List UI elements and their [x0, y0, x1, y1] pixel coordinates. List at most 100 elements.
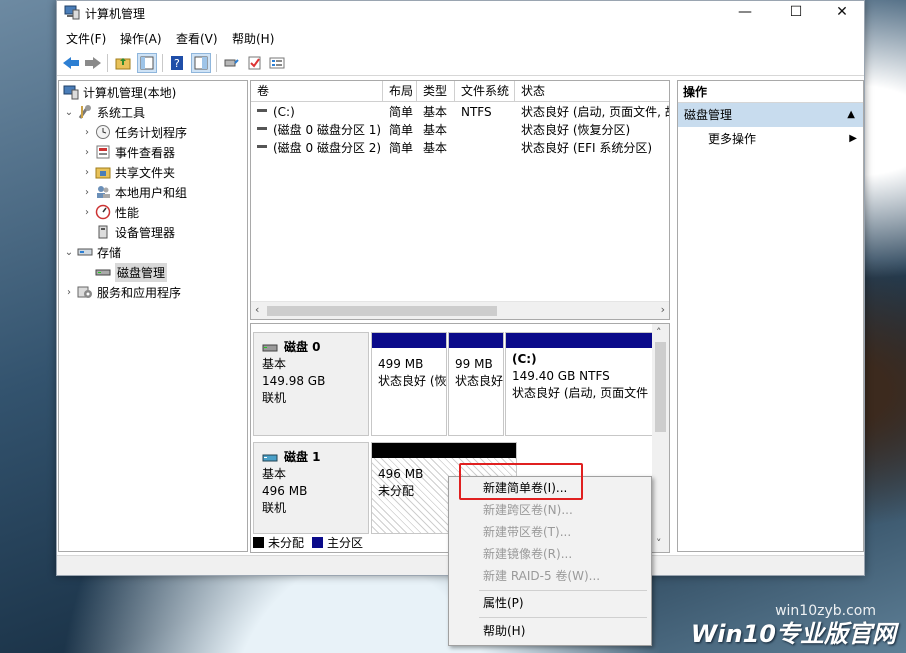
show-hide-tree-icon[interactable] [137, 53, 157, 73]
forward-arrow-icon[interactable] [83, 53, 103, 73]
table-row[interactable]: (C:) 简单 基本 NTFS 状态良好 (启动, 页面文件, 故 [251, 103, 669, 121]
tree-item-shared-folders[interactable]: › 共享文件夹 [81, 162, 175, 182]
table-row[interactable]: (磁盘 0 磁盘分区 1) 简单 基本 状态良好 (恢复分区) [251, 121, 669, 139]
chevron-down-icon[interactable]: ⌄ [63, 107, 75, 118]
actions-pane: 操作 磁盘管理 ▲ 更多操作 ▶ [677, 80, 864, 552]
volume-fs: NTFS [461, 105, 492, 119]
partition-bar [372, 443, 516, 458]
actions-section-label: 磁盘管理 [684, 108, 733, 122]
event-viewer-icon [95, 144, 111, 160]
tree-label: 计算机管理(本地) [83, 85, 177, 100]
disk-0-info[interactable]: 磁盘 0 基本 149.98 GB 联机 [253, 332, 369, 436]
minimize-button[interactable]: — [722, 1, 768, 23]
scroll-up-icon[interactable]: ˄ [656, 326, 662, 339]
disk-1-name: 磁盘 1 [284, 450, 321, 464]
table-row[interactable]: (磁盘 0 磁盘分区 2) 简单 基本 状态良好 (EFI 系统分区) [251, 139, 669, 157]
disk-icon [262, 344, 278, 351]
chevron-right-icon[interactable]: › [81, 167, 93, 178]
disk-name: 磁盘 0 [262, 339, 360, 356]
svg-text:?: ? [174, 57, 180, 70]
disk-icon [262, 454, 278, 461]
menu-item-new-spanned-volume: 新建跨区卷(N)... [483, 503, 573, 517]
tree-item-task-scheduler[interactable]: › 任务计划程序 [81, 122, 187, 142]
action-more-actions[interactable]: 更多操作 ▶ [678, 127, 863, 151]
disk-name: 磁盘 1 [262, 449, 360, 466]
volume-name: (磁盘 0 磁盘分区 2) [273, 141, 382, 155]
tree-item-event-viewer[interactable]: › 事件查看器 [81, 142, 175, 162]
partition-status: 状态良好 [455, 374, 504, 388]
menu-bar: 文件(F) 操作(A) 查看(V) 帮助(H) [57, 28, 864, 48]
collapse-up-icon[interactable]: ▲ [847, 103, 855, 127]
partition-recovery[interactable]: 499 MB 状态良好 (恢 [371, 332, 447, 436]
tree-item-system-tools[interactable]: ⌄ 系统工具 [63, 102, 145, 122]
menu-file[interactable]: 文件(F) [66, 30, 106, 47]
tree-item-services-apps[interactable]: › 服务和应用程序 [63, 282, 181, 302]
disk-type: 基本 [262, 357, 287, 371]
legend-swatch-unallocated [253, 536, 264, 548]
shared-folder-icon [95, 164, 111, 180]
chevron-down-icon[interactable]: ⌄ [63, 247, 75, 258]
menu-view[interactable]: 查看(V) [176, 30, 218, 47]
maximize-button[interactable]: ☐ [773, 1, 819, 23]
chevron-right-icon[interactable]: › [81, 187, 93, 198]
menu-action[interactable]: 操作(A) [120, 30, 162, 47]
horizontal-scrollbar[interactable]: ‹ › [251, 301, 669, 319]
check-icon[interactable] [245, 53, 265, 73]
partition-efi[interactable]: 99 MB 状态良好 [448, 332, 504, 436]
scrollbar-thumb[interactable] [267, 306, 497, 316]
scrollbar-thumb[interactable] [655, 342, 666, 432]
properties-icon[interactable] [191, 53, 211, 73]
column-header-status[interactable]: 状态 [515, 81, 669, 102]
title-bar[interactable]: 计算机管理 — ☐ ✕ [57, 1, 864, 23]
column-header-layout[interactable]: 布局 [383, 81, 417, 102]
legend: 未分配 主分区 [253, 534, 363, 550]
chevron-right-icon[interactable]: › [81, 207, 93, 218]
submenu-arrow-icon: ▶ [849, 133, 857, 144]
chevron-right-icon[interactable]: › [81, 127, 93, 138]
disk-1-info[interactable]: 磁盘 1 基本 496 MB 联机 [253, 442, 369, 534]
scroll-down-icon[interactable]: ˅ [656, 537, 662, 550]
partition-c[interactable]: (C:) 149.40 GB NTFS 状态良好 (启动, 页面文件 [505, 332, 653, 436]
tree-item-local-users[interactable]: › 本地用户和组 [81, 182, 187, 202]
tree-label: 共享文件夹 [115, 165, 176, 180]
volume-name: (C:) [273, 105, 295, 119]
column-header-filesystem[interactable]: 文件系统 [455, 81, 515, 102]
partition-title: (C:) [512, 352, 537, 366]
actions-section-disk-management[interactable]: 磁盘管理 ▲ [678, 103, 863, 127]
close-button[interactable]: ✕ [819, 1, 865, 23]
help-icon[interactable]: ? [167, 53, 187, 73]
partition-status: 状态良好 (恢 [378, 374, 447, 388]
tree-label: 性能 [115, 205, 140, 220]
disk-size: 496 MB [262, 484, 308, 498]
back-arrow-icon[interactable] [61, 53, 81, 73]
tree-item-device-manager[interactable]: 设备管理器 [93, 222, 175, 242]
tree-root[interactable]: 计算机管理(本地) [61, 82, 176, 102]
partition-size: 149.40 GB NTFS [512, 369, 610, 383]
partition-bar [372, 333, 446, 348]
chevron-right-icon[interactable]: › [63, 287, 75, 298]
vertical-scrollbar[interactable]: ˄ ˅ [652, 324, 669, 552]
menu-item-help[interactable]: 帮助(H) [449, 620, 651, 642]
navigation-tree: 计算机管理(本地) ⌄ 系统工具 › 任务计划程序 › 事件查看器 › 共享文件… [58, 80, 248, 552]
toolbar-separator [107, 54, 108, 72]
context-menu: 新建简单卷(I)... 新建跨区卷(N)... 新建带区卷(T)... 新建镜像… [448, 476, 652, 646]
volume-status: 状态良好 (恢复分区) [521, 123, 631, 137]
tree-item-storage[interactable]: ⌄ 存储 [63, 242, 121, 262]
tree-item-performance[interactable]: › 性能 [81, 202, 139, 222]
column-header-type[interactable]: 类型 [417, 81, 455, 102]
performance-icon [95, 204, 111, 220]
partition-status: 状态良好 (启动, 页面文件 [512, 386, 649, 400]
list-icon[interactable] [267, 53, 287, 73]
scroll-left-icon[interactable]: ‹ [255, 303, 259, 316]
column-header-volume[interactable]: 卷 [251, 81, 383, 102]
chevron-right-icon[interactable]: › [81, 147, 93, 158]
legend-swatch-primary [312, 536, 324, 548]
menu-item-properties[interactable]: 属性(P) [449, 592, 651, 614]
up-folder-icon[interactable] [113, 53, 133, 73]
menu-item-new-striped-volume: 新建带区卷(T)... [483, 525, 572, 539]
menu-help[interactable]: 帮助(H) [232, 30, 274, 47]
scroll-right-icon[interactable]: › [661, 303, 665, 316]
tree-label: 本地用户和组 [115, 185, 188, 200]
tree-item-disk-management[interactable]: 磁盘管理 [93, 262, 168, 282]
connect-icon[interactable] [221, 53, 241, 73]
